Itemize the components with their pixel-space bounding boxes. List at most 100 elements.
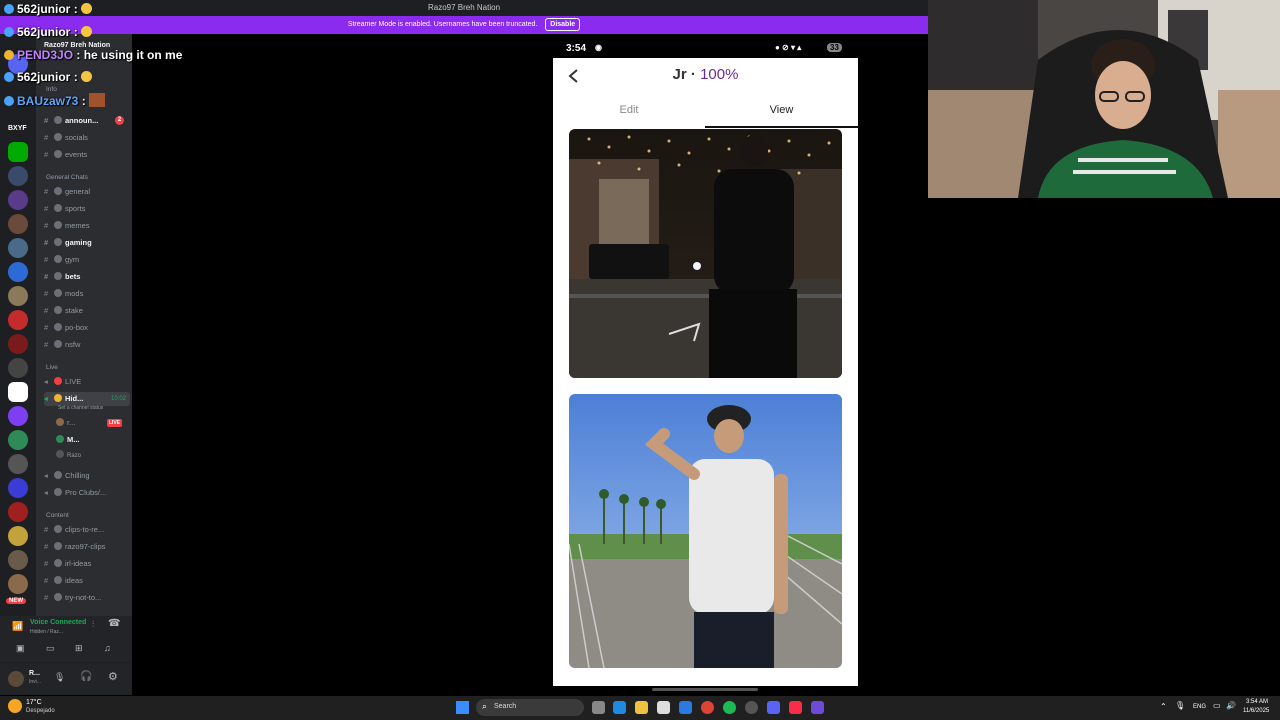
category-general-chats[interactable]: General Chats: [46, 174, 88, 181]
server-icon[interactable]: [8, 238, 28, 258]
channel-announcements[interactable]: # announ... 2: [44, 114, 130, 128]
channel-stake[interactable]: # stake: [44, 304, 130, 318]
spotify-icon[interactable]: [723, 701, 736, 714]
category-content[interactable]: Content: [46, 512, 69, 519]
volume-icon[interactable]: 🔊: [1226, 701, 1236, 710]
tab-view[interactable]: View: [705, 104, 858, 116]
voice-channel-chilling[interactable]: ◂ Chilling: [44, 469, 130, 483]
windows-start-icon[interactable]: [456, 701, 469, 714]
chat-message: 562junior :: [4, 70, 92, 84]
server-icon[interactable]: [8, 406, 28, 426]
user-badge-icon: [4, 72, 14, 82]
clock-date[interactable]: 11/6/2025: [1243, 708, 1269, 714]
headphones-icon[interactable]: 🎧: [80, 671, 92, 682]
file-explorer-icon[interactable]: [635, 701, 648, 714]
server-icon[interactable]: [8, 262, 28, 282]
channel-events[interactable]: # events: [44, 148, 130, 162]
search-placeholder: Search: [494, 703, 517, 710]
server-rail: BXYF NEW: [0, 34, 36, 694]
server-icon[interactable]: [8, 166, 28, 186]
avatar[interactable]: [8, 671, 24, 687]
server-icon[interactable]: [8, 310, 28, 330]
voice-member[interactable]: r... LIVE: [56, 416, 126, 430]
channel-clips-to-review[interactable]: # clips-to-re...: [44, 523, 130, 537]
soundboard-icon[interactable]: ♫: [104, 643, 111, 653]
live-badge: LIVE: [106, 419, 122, 427]
channel-sports[interactable]: # sports: [44, 202, 130, 216]
server-label-bxyf[interactable]: BXYF: [8, 125, 27, 132]
obs-icon[interactable]: [745, 701, 758, 714]
task-view-icon[interactable]: [592, 701, 605, 714]
channel-nsfw[interactable]: # nsfw: [44, 338, 130, 352]
tsc-server-icon[interactable]: [8, 382, 28, 402]
discord-icon[interactable]: [767, 701, 780, 714]
server-icon[interactable]: [8, 454, 28, 474]
channel-try-not-to[interactable]: # try-not-to...: [44, 591, 130, 605]
voice-detail[interactable]: Hidden / Raz...: [30, 629, 63, 635]
server-icon[interactable]: [8, 190, 28, 210]
kick-server-icon[interactable]: [8, 142, 28, 162]
channel-razo97-clips[interactable]: # razo97-clips: [44, 540, 130, 554]
status-icons: ● ⊘ ▾ ▴: [775, 43, 802, 52]
server-icon[interactable]: [8, 574, 28, 594]
disconnect-icon[interactable]: ☎: [108, 618, 120, 629]
server-icon[interactable]: [8, 478, 28, 498]
channel-mods[interactable]: # mods: [44, 287, 130, 301]
channel-ideas[interactable]: # ideas: [44, 574, 130, 588]
xbox-server-icon[interactable]: [8, 430, 28, 450]
channel-status-hint[interactable]: Set a channel status: [58, 405, 103, 411]
channel-socials[interactable]: # socials: [44, 131, 130, 145]
server-icon[interactable]: [8, 334, 28, 354]
voice-member[interactable]: M...: [56, 433, 126, 447]
profile-photo[interactable]: [569, 394, 842, 668]
voice-channel-pro-clubs[interactable]: ◂ Pro Clubs/...: [44, 486, 130, 500]
voice-member[interactable]: Razo: [56, 449, 126, 463]
channel-general[interactable]: # general: [44, 185, 130, 199]
microphone-icon[interactable]: 🎙: [1175, 701, 1185, 710]
search-box[interactable]: ⌕ Search: [476, 699, 584, 716]
app-icon[interactable]: [811, 701, 824, 714]
user-badge-icon: [4, 96, 14, 106]
category-live[interactable]: Live: [46, 364, 58, 371]
voice-channel-hidden[interactable]: ◂ Hid... 10:02: [44, 392, 130, 406]
gear-icon[interactable]: ⚙: [108, 670, 118, 683]
thumbs-up-emote-icon: [80, 3, 92, 14]
weather-temp[interactable]: 17°C: [26, 699, 42, 706]
screen-share-icon[interactable]: ▭: [46, 643, 55, 654]
disable-streamer-mode-button[interactable]: Disable: [545, 18, 581, 31]
network-icon[interactable]: ▭: [1213, 701, 1221, 710]
edge-icon[interactable]: [613, 701, 626, 714]
channel-po-box[interactable]: # po-box: [44, 321, 130, 335]
channel-gym[interactable]: # gym: [44, 253, 130, 267]
home-indicator: [652, 688, 758, 691]
microphone-icon[interactable]: 🎙: [54, 672, 65, 683]
channel-irl-ideas[interactable]: # irl-ideas: [44, 557, 130, 571]
channel-bets[interactable]: # bets: [44, 270, 130, 284]
mail-icon[interactable]: [679, 701, 692, 714]
activities-icon[interactable]: ⊞: [75, 643, 83, 654]
server-icon[interactable]: [8, 502, 28, 522]
language-indicator[interactable]: ENG: [1193, 704, 1206, 710]
category-info[interactable]: Info: [46, 86, 57, 93]
chrome-icon[interactable]: [701, 701, 714, 714]
weather-icon[interactable]: [8, 699, 22, 713]
clock-time[interactable]: 3:54 AM: [1246, 699, 1268, 705]
profile-photo[interactable]: [569, 129, 842, 378]
noise-suppression-icon[interactable]: ⫶: [92, 619, 94, 630]
chat-message: 562junior :: [4, 25, 92, 39]
music-icon[interactable]: [789, 701, 802, 714]
chevron-up-icon[interactable]: ⌃: [1160, 702, 1167, 711]
tab-edit[interactable]: Edit: [553, 104, 705, 116]
store-icon[interactable]: [657, 701, 670, 714]
voice-channel-live[interactable]: ◂ LIVE: [44, 375, 130, 389]
server-icon[interactable]: [8, 358, 28, 378]
server-icon[interactable]: [8, 550, 28, 570]
phone-status-bar: 3:54 ◉ ● ⊘ ▾ ▴ 33: [553, 40, 858, 58]
server-icon[interactable]: [8, 526, 28, 546]
weather-desc[interactable]: Despejado: [26, 708, 55, 714]
camera-icon[interactable]: ▣: [16, 643, 25, 654]
channel-gaming[interactable]: # gaming: [44, 236, 130, 250]
server-icon[interactable]: [8, 286, 28, 306]
server-icon[interactable]: [8, 214, 28, 234]
channel-memes[interactable]: # memes: [44, 219, 130, 233]
